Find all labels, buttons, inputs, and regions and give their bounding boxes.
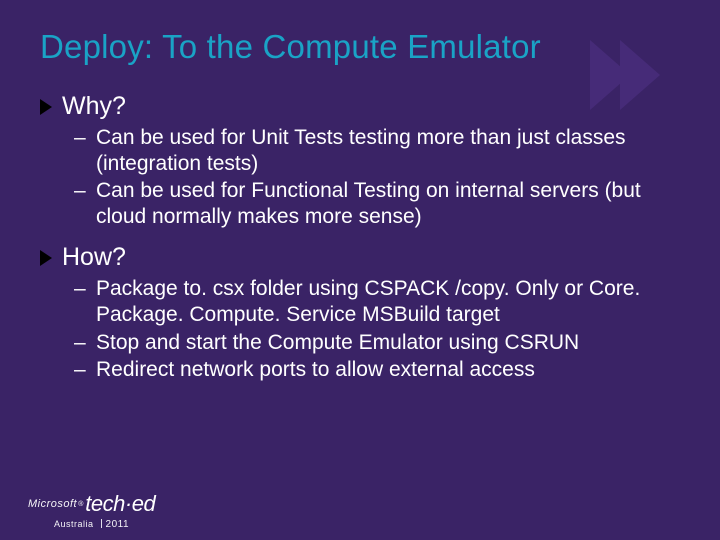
bullet-list: Can be used for Unit Tests testing more …	[40, 125, 680, 229]
section-heading-text: How?	[62, 243, 126, 272]
brand-logo: Microsoft® tech·ed	[28, 491, 155, 517]
section-heading-text: Why?	[62, 92, 126, 121]
registered-mark: ®	[78, 501, 83, 508]
list-item: Redirect network ports to allow external…	[96, 357, 680, 383]
list-item: Can be used for Functional Testing on in…	[96, 178, 680, 229]
list-item: Can be used for Unit Tests testing more …	[96, 125, 680, 176]
region-label: Australia	[54, 519, 94, 529]
year-label: 2011	[101, 519, 130, 530]
list-item: Package to. csx folder using CSPACK /cop…	[96, 276, 680, 327]
section-heading: Why?	[40, 92, 680, 121]
footer-subline: Australia 2011	[54, 519, 155, 530]
footer: Microsoft® tech·ed Australia 2011	[28, 491, 155, 530]
triangle-bullet-icon	[40, 250, 52, 266]
section-how: How? Package to. csx folder using CSPACK…	[40, 243, 680, 382]
list-item: Stop and start the Compute Emulator usin…	[96, 330, 680, 356]
section-heading: How?	[40, 243, 680, 272]
brand-name: Microsoft	[28, 498, 77, 510]
bullet-list: Package to. csx folder using CSPACK /cop…	[40, 276, 680, 382]
event-name: tech·ed	[85, 491, 155, 517]
slide: Deploy: To the Compute Emulator Why? Can…	[0, 0, 720, 540]
triangle-bullet-icon	[40, 99, 52, 115]
section-why: Why? Can be used for Unit Tests testing …	[40, 92, 680, 229]
slide-title: Deploy: To the Compute Emulator	[40, 28, 680, 66]
